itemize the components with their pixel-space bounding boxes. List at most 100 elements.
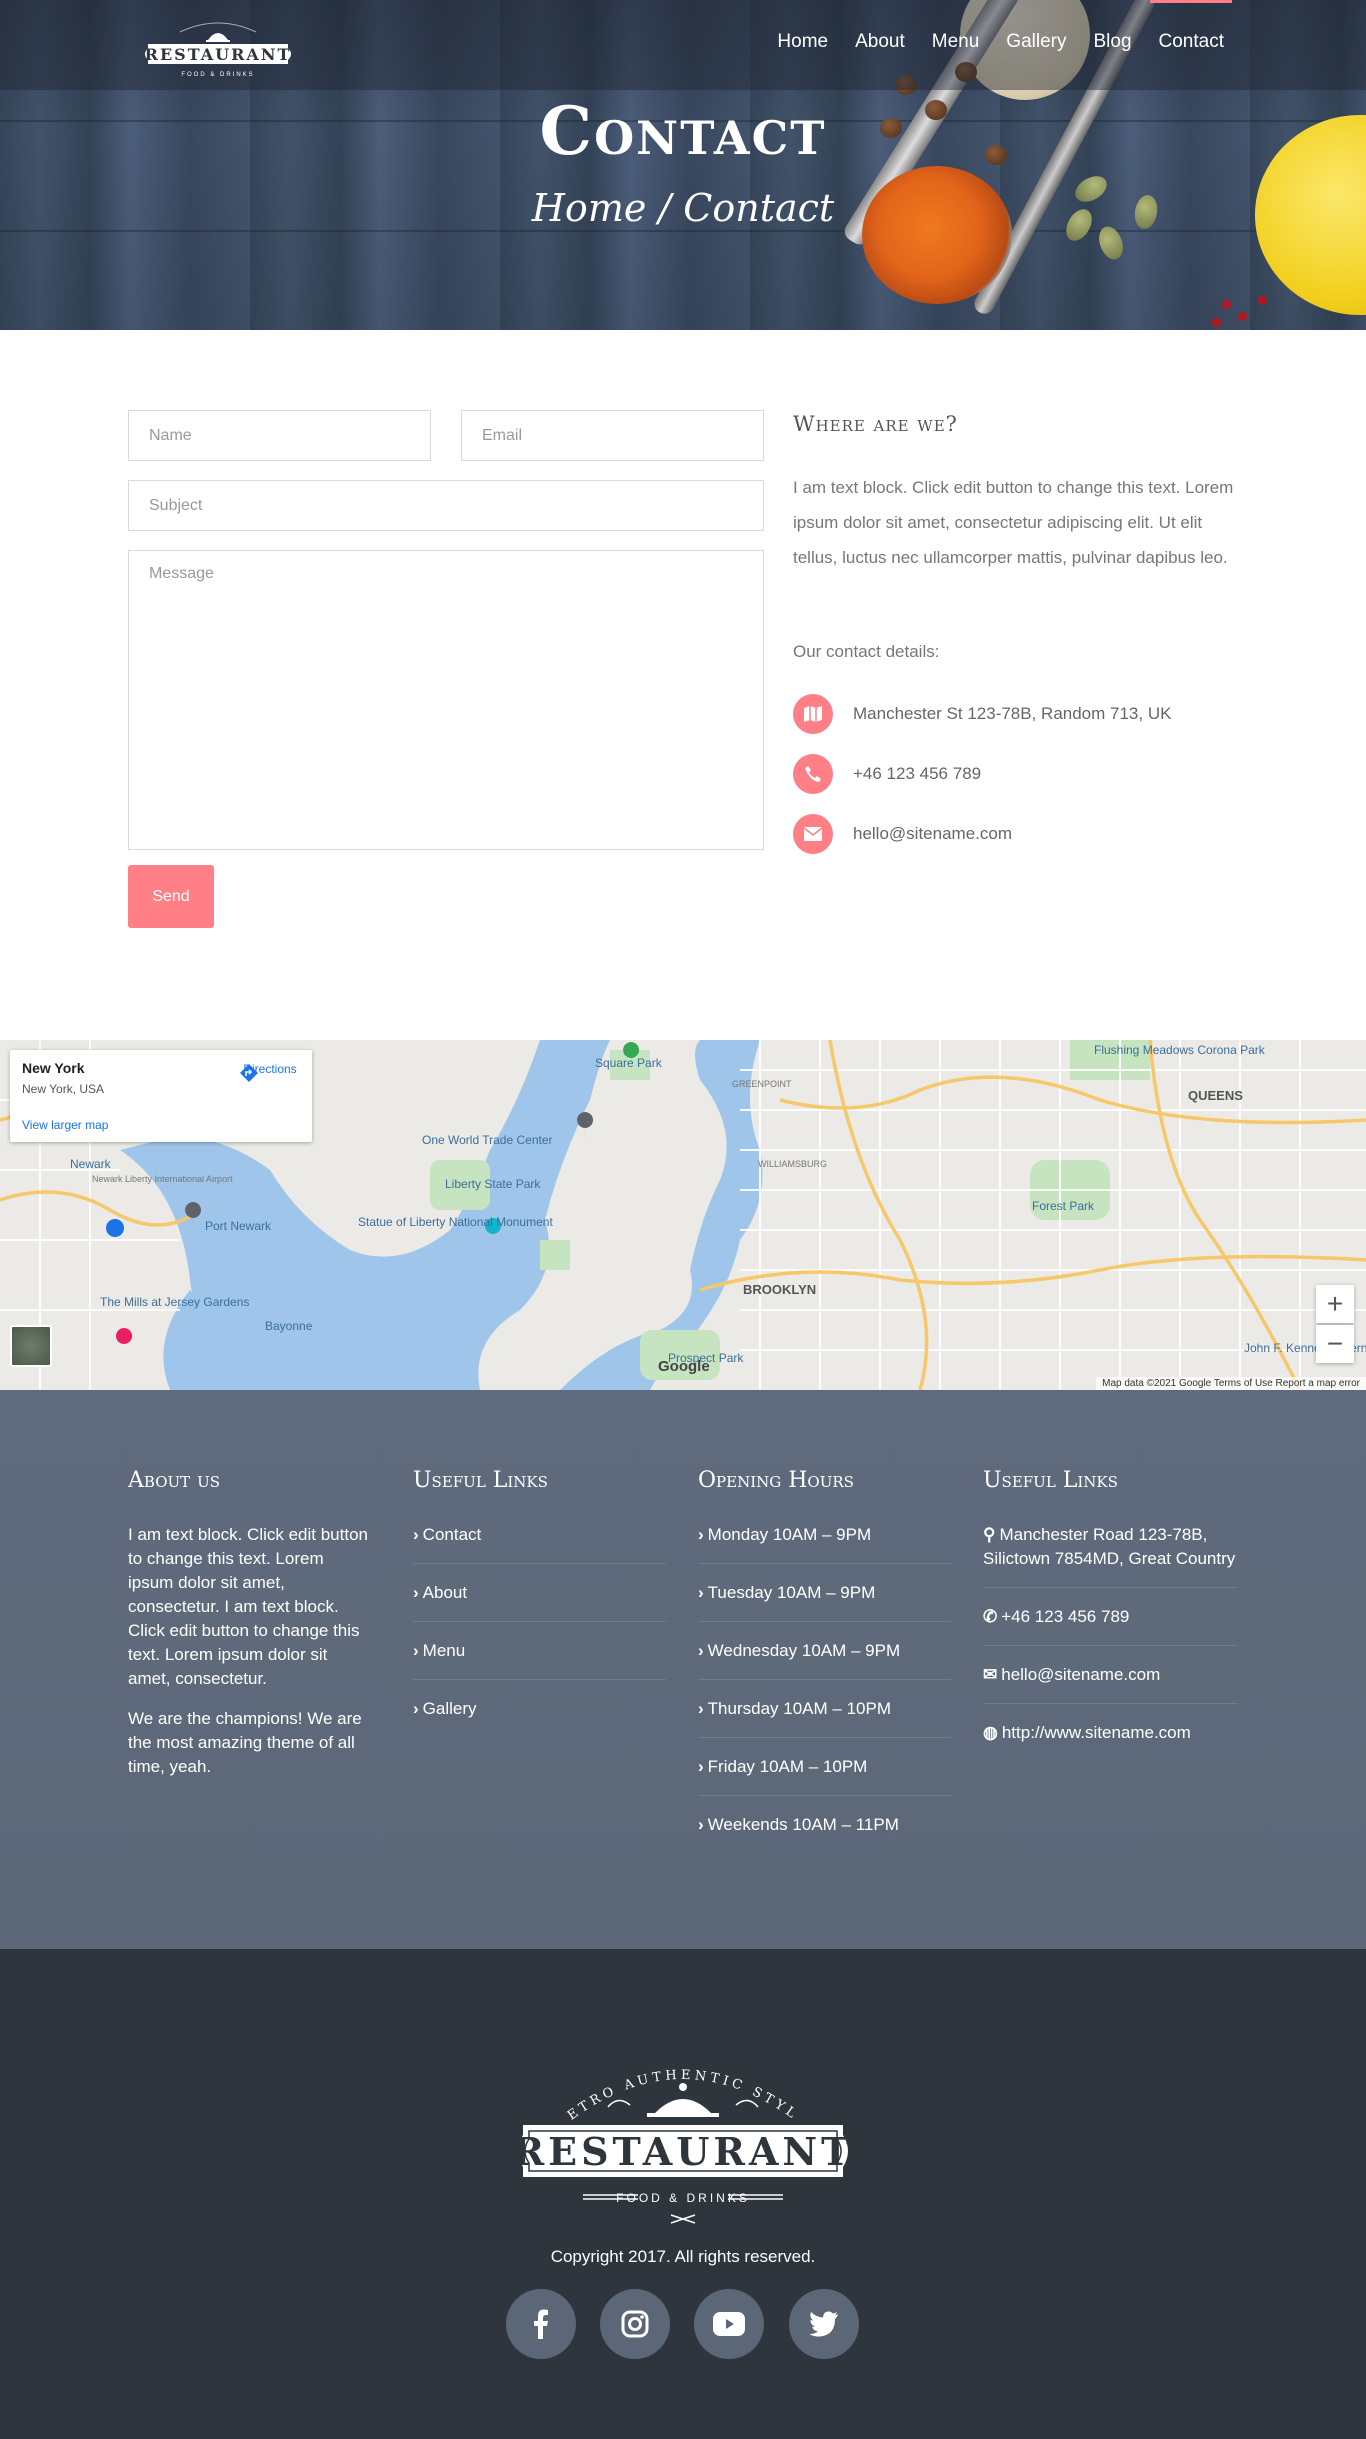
footer-link-contact[interactable]: › Contact bbox=[413, 1523, 666, 1564]
svg-text:BROOKLYN: BROOKLYN bbox=[743, 1282, 816, 1297]
about-text: I am text block. Click edit button to ch… bbox=[128, 1525, 368, 1688]
chevron-right-icon: › bbox=[698, 1525, 704, 1544]
site-logo[interactable]: RESTAURANT FOOD & DRINKS bbox=[140, 18, 296, 84]
contact-section: Name Email Subject Message Send Where ar… bbox=[0, 330, 1366, 1040]
hours-item: › Tuesday 10AM – 9PM bbox=[698, 1581, 951, 1622]
google-map[interactable]: Newark Port Newark Statue of Liberty Nat… bbox=[0, 1040, 1366, 1390]
instagram-icon bbox=[621, 2310, 649, 2338]
svg-text:Statue of Liberty National Mon: Statue of Liberty National Monument bbox=[358, 1215, 553, 1229]
envelope-icon: ✉ bbox=[983, 1665, 998, 1684]
nav-menu[interactable]: Menu bbox=[932, 31, 980, 53]
zoom-out-button[interactable]: − bbox=[1316, 1325, 1354, 1363]
twitter-button[interactable] bbox=[789, 2289, 859, 2359]
nav-about[interactable]: About bbox=[855, 31, 905, 53]
links-widget: Useful Links › Contact › About › Menu › Gall… bbox=[413, 1468, 666, 1754]
globe-icon: ◍ bbox=[983, 1723, 998, 1742]
wood-line bbox=[0, 230, 1366, 232]
berry-decor bbox=[1212, 318, 1221, 327]
svg-text:Bayonne: Bayonne bbox=[265, 1319, 313, 1333]
email-input[interactable]: Email bbox=[461, 410, 764, 461]
google-logo: Google bbox=[658, 1358, 710, 1375]
svg-text:WILLIAMSBURG: WILLIAMSBURG bbox=[758, 1159, 827, 1169]
satellite-toggle[interactable] bbox=[10, 1325, 52, 1367]
phone-icon: ✆ bbox=[983, 1607, 998, 1626]
about-widget: About us I am text block. Click edit but… bbox=[128, 1468, 373, 1779]
contact-widget: Useful Links ⚲ Manchester Road 123-78B, S… bbox=[983, 1468, 1238, 1778]
map-place-title: New York bbox=[22, 1060, 85, 1076]
svg-text:QUEENS: QUEENS bbox=[1188, 1088, 1243, 1103]
svg-text:Newark Liberty International A: Newark Liberty International Airport bbox=[92, 1174, 233, 1184]
send-button[interactable]: Send bbox=[128, 865, 214, 928]
hero-banner: RESTAURANT FOOD & DRINKS Home About Menu… bbox=[0, 0, 1366, 330]
nav-home[interactable]: Home bbox=[777, 31, 828, 53]
svg-text:Flushing Meadows Corona Park: Flushing Meadows Corona Park bbox=[1094, 1043, 1266, 1057]
youtube-icon bbox=[713, 2312, 745, 2336]
message-textarea[interactable]: Message bbox=[128, 550, 764, 850]
svg-text:Port Newark: Port Newark bbox=[205, 1219, 272, 1233]
hours-item: › Wednesday 10AM – 9PM bbox=[698, 1639, 951, 1680]
page-title: Contact bbox=[539, 92, 827, 170]
youtube-button[interactable] bbox=[694, 2289, 764, 2359]
hours-title: Opening Hours bbox=[698, 1468, 854, 1493]
copyright-text: Copyright 2017. All rights reserved. bbox=[550, 2247, 816, 2266]
footer-link-about[interactable]: › About bbox=[413, 1581, 666, 1622]
chevron-right-icon: › bbox=[413, 1525, 419, 1544]
contact-widget-title: Useful Links bbox=[983, 1468, 1118, 1493]
hours-widget: Opening Hours › Monday 10AM – 9PM › Tuesda… bbox=[698, 1468, 951, 1870]
main-nav: Home About Menu Gallery Blog Contact bbox=[750, 31, 1224, 53]
details-label: Our contact details: bbox=[793, 642, 940, 661]
phone-icon bbox=[793, 754, 833, 794]
nav-blog[interactable]: Blog bbox=[1093, 31, 1131, 53]
hours-item: › Friday 10AM – 10PM bbox=[698, 1755, 951, 1796]
where-title: Where are we? bbox=[793, 412, 958, 436]
map-place-card: New York New York, USA View larger map D… bbox=[10, 1050, 312, 1142]
subject-input[interactable]: Subject bbox=[128, 480, 764, 531]
map-marker-icon: ⚲ bbox=[983, 1525, 996, 1544]
svg-text:Forest Park: Forest Park bbox=[1032, 1199, 1095, 1213]
about-title: About us bbox=[128, 1468, 221, 1493]
phone-detail: +46 123 456 789 bbox=[793, 754, 981, 794]
svg-text:FOOD & DRINKS: FOOD & DRINKS bbox=[181, 72, 254, 78]
footer-link-gallery[interactable]: › Gallery bbox=[413, 1697, 666, 1737]
instagram-button[interactable] bbox=[600, 2289, 670, 2359]
email-detail: hello@sitename.com bbox=[793, 814, 1012, 854]
berry-decor bbox=[1238, 312, 1247, 321]
facebook-button[interactable] bbox=[506, 2289, 576, 2359]
footer-website[interactable]: ◍ http://www.sitename.com bbox=[983, 1721, 1238, 1761]
chevron-right-icon: › bbox=[698, 1757, 704, 1776]
footer-link-menu[interactable]: › Menu bbox=[413, 1639, 666, 1680]
about-text-2: We are the champions! We are the most am… bbox=[128, 1709, 362, 1776]
hours-item: › Thursday 10AM – 10PM bbox=[698, 1697, 951, 1738]
directions-icon bbox=[240, 1064, 258, 1082]
svg-text:GREENPOINT: GREENPOINT bbox=[732, 1079, 792, 1089]
footer-phone[interactable]: ✆ +46 123 456 789 bbox=[983, 1605, 1238, 1646]
svg-text:One World Trade Center: One World Trade Center bbox=[422, 1133, 553, 1147]
chevron-right-icon: › bbox=[413, 1641, 419, 1660]
chevron-right-icon: › bbox=[698, 1699, 704, 1718]
twitter-icon bbox=[809, 2311, 838, 2337]
name-input[interactable]: Name bbox=[128, 410, 431, 461]
facebook-icon bbox=[534, 2309, 548, 2339]
directions-button[interactable]: Directions bbox=[238, 1062, 302, 1082]
phone-text[interactable]: +46 123 456 789 bbox=[853, 764, 981, 784]
address-detail: Manchester St 123-78B, Random 713, UK bbox=[793, 694, 1171, 734]
footer-widgets: About us I am text block. Click edit but… bbox=[0, 1390, 1366, 1949]
map-place-subtitle: New York, USA bbox=[22, 1082, 105, 1096]
view-larger-map-link[interactable]: View larger map bbox=[22, 1118, 108, 1132]
zoom-in-button[interactable]: + bbox=[1316, 1285, 1354, 1323]
svg-text:RESTAURANT: RESTAURANT bbox=[513, 2129, 853, 2174]
nav-contact[interactable]: Contact bbox=[1159, 31, 1224, 53]
site-footer: RETRO AUTHENTIC STYLE RESTAURANT FOOD & … bbox=[0, 1949, 1366, 2439]
chevron-right-icon: › bbox=[413, 1699, 419, 1718]
footer-email[interactable]: ✉ hello@sitename.com bbox=[983, 1663, 1238, 1704]
email-text[interactable]: hello@sitename.com bbox=[853, 824, 1012, 844]
map-icon bbox=[793, 694, 833, 734]
svg-text:The Mills at Jersey Gardens: The Mills at Jersey Gardens bbox=[100, 1295, 249, 1309]
footer-logo[interactable]: RETRO AUTHENTIC STYLE RESTAURANT FOOD & … bbox=[506, 2038, 853, 2239]
svg-text:Square Park: Square Park bbox=[595, 1056, 663, 1070]
map-attribution[interactable]: Map data ©2021 Google Terms of Use Repor… bbox=[1096, 1377, 1366, 1390]
nav-gallery[interactable]: Gallery bbox=[1006, 31, 1066, 53]
chevron-right-icon: › bbox=[698, 1583, 704, 1602]
hours-item: › Weekends 10AM – 11PM bbox=[698, 1815, 899, 1834]
breadcrumb[interactable]: Home / Contact bbox=[0, 186, 1366, 230]
